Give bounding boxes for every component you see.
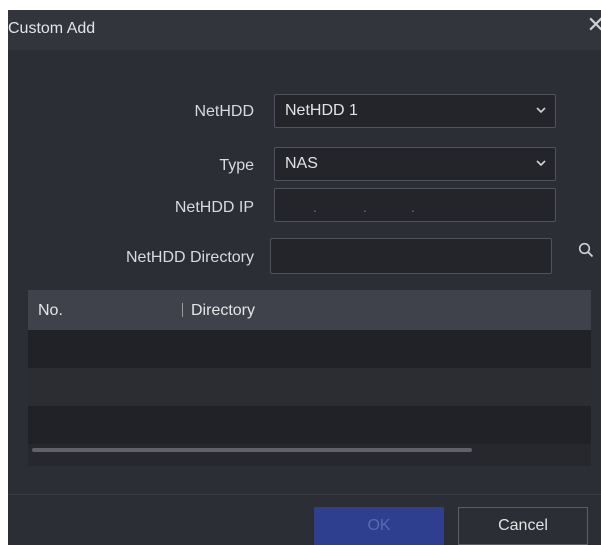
nethdd-value: NetHDD 1 [285, 102, 358, 119]
dialog-titlebar: Custom Add ✕ [8, 10, 601, 50]
table-row [28, 368, 591, 406]
horizontal-scrollbar-thumb[interactable] [32, 448, 472, 452]
nethdd-select[interactable]: NetHDD 1 [274, 94, 556, 128]
table-row [28, 330, 591, 368]
search-icon[interactable] [578, 242, 594, 258]
dialog-title: Custom Add [8, 20, 96, 37]
cancel-button[interactable]: Cancel [458, 507, 588, 545]
chevron-down-icon [536, 107, 546, 114]
column-directory: Directory [191, 302, 256, 319]
type-value: NAS [285, 155, 318, 172]
ip-separator: . [411, 199, 415, 215]
nethdd-label: NetHDD [194, 103, 254, 120]
close-icon[interactable]: ✕ [587, 14, 601, 36]
table-header: No. Directory [28, 290, 591, 330]
column-no: No. [38, 302, 63, 319]
ip-input[interactable]: . . . [274, 188, 556, 222]
ok-button[interactable]: OK [314, 507, 444, 545]
chevron-down-icon [536, 160, 546, 167]
column-separator [182, 303, 183, 317]
type-select[interactable]: NAS [274, 147, 556, 181]
directory-table: No. Directory [28, 290, 591, 466]
ip-label: NetHDD IP [174, 199, 254, 216]
directory-input[interactable] [270, 238, 552, 274]
custom-add-dialog: Custom Add ✕ NetHDD NetHDD 1 Type NAS Ne… [8, 10, 601, 545]
type-label: Type [219, 157, 254, 174]
ip-separator: . [313, 199, 317, 215]
table-row [28, 406, 591, 444]
footer-divider [8, 494, 601, 495]
directory-label: NetHDD Directory [125, 249, 254, 266]
ip-separator: . [363, 199, 367, 215]
